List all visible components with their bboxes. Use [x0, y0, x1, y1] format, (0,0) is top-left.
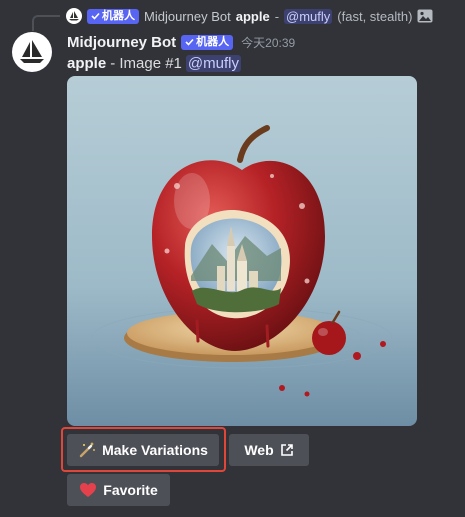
reply-author[interactable]: Midjourney Bot	[144, 9, 231, 24]
apple-castle-artwork	[67, 76, 417, 426]
make-variations-button[interactable]: Make Variations	[67, 434, 219, 466]
prompt-text: apple	[67, 54, 107, 72]
make-variations-label: Make Variations	[102, 442, 208, 458]
checkmark-icon	[91, 12, 100, 20]
reply-avatar[interactable]	[66, 8, 82, 24]
reply-bot-tag: 机器人	[87, 8, 139, 24]
timestamp: 今天20:39	[241, 35, 296, 50]
message-header: Midjourney Bot 机器人 今天20:39	[67, 31, 295, 53]
reply-prompt: apple	[235, 8, 270, 24]
heart-icon	[80, 483, 97, 497]
external-link-icon	[280, 444, 293, 456]
image-icon	[417, 9, 433, 23]
favorite-label: Favorite	[103, 482, 158, 498]
reply-dash: -	[274, 8, 280, 24]
favorite-button[interactable]: Favorite	[67, 474, 170, 506]
sailboat-icon	[69, 11, 79, 21]
message-content: apple - Image #1 @mufly	[67, 53, 241, 73]
magic-wand-icon	[79, 442, 95, 458]
web-label: Web	[244, 442, 274, 458]
reply-bot-tag-label: 机器人	[102, 9, 135, 22]
image-label: - Image #1	[110, 54, 182, 72]
bot-tag: 机器人	[181, 34, 234, 50]
web-button[interactable]: Web	[229, 434, 309, 466]
user-mention[interactable]: @mufly	[185, 54, 241, 72]
author-name[interactable]: Midjourney Bot	[67, 34, 176, 51]
reply-preview[interactable]: 机器人 Midjourney Bot apple - @mufly (fast,…	[66, 6, 433, 26]
reply-connector-line	[32, 15, 60, 31]
reply-mention[interactable]: @mufly	[284, 8, 333, 24]
checkmark-icon	[185, 38, 194, 46]
bot-tag-label: 机器人	[196, 35, 230, 48]
reply-suffix: (fast, stealth)	[337, 8, 413, 24]
sailboat-icon	[20, 40, 44, 63]
avatar[interactable]	[12, 32, 52, 72]
generated-image[interactable]	[67, 76, 417, 426]
